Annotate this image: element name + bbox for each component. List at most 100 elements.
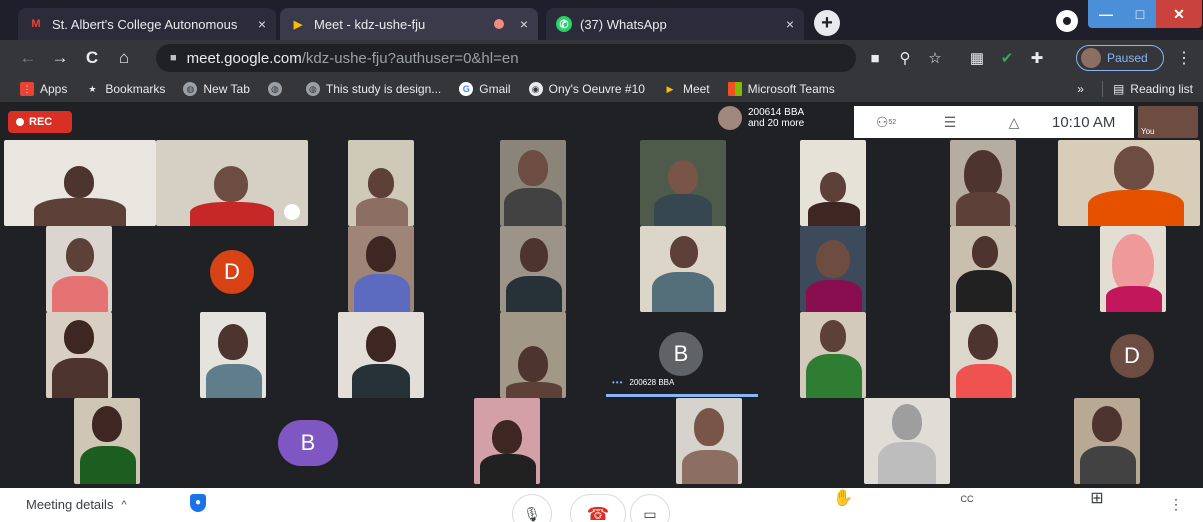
meet-bottom-bar: Meeting details ^ ● 🎙 ☎ ▭ ✋ CC ⊞ ⋮ bbox=[0, 488, 1203, 522]
participant-avatar-d[interactable]: D bbox=[210, 250, 254, 294]
activities-button[interactable]: △ bbox=[982, 114, 1046, 131]
participant-tile[interactable] bbox=[348, 226, 414, 312]
presenter-avatar bbox=[718, 106, 742, 130]
raise-hand-icon: ✋ bbox=[833, 490, 853, 507]
captions-button[interactable]: CC bbox=[922, 488, 1012, 510]
tab-meet[interactable]: ▶ Meet - kdz-ushe-fju × bbox=[280, 8, 538, 40]
profile-paused-button[interactable]: Paused bbox=[1076, 45, 1164, 71]
hang-up-button[interactable]: ☎ bbox=[570, 494, 626, 522]
chrome-menu-icon[interactable]: ⋮ bbox=[1176, 48, 1192, 68]
mic-muted-icon bbox=[284, 204, 300, 220]
participant-tile[interactable] bbox=[950, 312, 1016, 398]
participant-tile[interactable] bbox=[800, 312, 866, 398]
participant-tile[interactable] bbox=[46, 226, 112, 312]
bookmark-label: New Tab bbox=[203, 82, 250, 96]
close-icon[interactable]: × bbox=[258, 16, 266, 32]
tab-whatsapp[interactable]: ✆ (37) WhatsApp × bbox=[546, 8, 804, 40]
paused-label: Paused bbox=[1107, 51, 1148, 65]
participant-tile[interactable] bbox=[200, 312, 266, 398]
participant-tile[interactable] bbox=[474, 398, 540, 484]
profile-icon[interactable] bbox=[1056, 10, 1078, 32]
participant-tile[interactable] bbox=[348, 140, 414, 226]
apps-grid-icon[interactable]: ▦ bbox=[962, 44, 992, 72]
reading-list-button[interactable]: Reading list bbox=[1130, 82, 1193, 96]
avatar bbox=[1081, 48, 1101, 68]
bookmarks-overflow-icon[interactable]: » bbox=[1077, 82, 1084, 96]
active-speaker-indicator bbox=[606, 394, 758, 397]
participant-tile[interactable] bbox=[950, 140, 1016, 226]
maximize-button[interactable]: □ bbox=[1124, 0, 1156, 28]
mic-button[interactable]: 🎙 bbox=[512, 494, 552, 522]
participant-tile[interactable] bbox=[1058, 140, 1200, 226]
present-button[interactable]: ⊞ bbox=[1052, 488, 1142, 510]
extensions-icon[interactable]: ✚ bbox=[1022, 44, 1052, 72]
participant-tile[interactable] bbox=[640, 140, 726, 226]
bookmark-apps[interactable]: ⋮ Apps bbox=[20, 82, 67, 96]
camera-icon[interactable]: ■ bbox=[860, 44, 890, 72]
zoom-icon[interactable]: ⚲ bbox=[890, 44, 920, 72]
participant-tile[interactable] bbox=[156, 140, 308, 226]
participant-tile[interactable] bbox=[800, 140, 866, 226]
participant-tile[interactable] bbox=[4, 140, 156, 226]
address-bar[interactable]: ■ meet.google.com/kdz-ushe-fju?authuser=… bbox=[156, 44, 856, 72]
check-icon[interactable]: ✔ bbox=[992, 44, 1022, 72]
divider bbox=[1101, 81, 1103, 97]
camera-button[interactable]: ▭ bbox=[630, 494, 670, 522]
more-options-icon[interactable]: ⋮ bbox=[1169, 496, 1183, 513]
self-view-tile[interactable]: You bbox=[1138, 106, 1198, 138]
bookmark-gmail[interactable]: G Gmail bbox=[459, 82, 511, 96]
bookmark-unnamed[interactable]: ◍ bbox=[267, 82, 288, 96]
participant-avatar-b[interactable]: B bbox=[278, 420, 338, 466]
bookmark-label: Bookmarks bbox=[105, 82, 166, 96]
chat-icon: ☰ bbox=[943, 113, 957, 130]
participant-tile[interactable] bbox=[640, 226, 726, 312]
participant-tile[interactable] bbox=[338, 312, 424, 398]
reload-button[interactable]: C bbox=[76, 42, 108, 74]
bookmark-label: Ony's Oeuvre #10 bbox=[548, 82, 645, 96]
participant-avatar-b[interactable]: B bbox=[659, 332, 703, 376]
back-button[interactable]: ← bbox=[12, 42, 44, 74]
bookmark-new-tab[interactable]: ◍ New Tab bbox=[183, 82, 250, 96]
close-icon[interactable]: × bbox=[520, 16, 528, 32]
participant-tile[interactable] bbox=[800, 226, 866, 312]
rec-label: REC bbox=[29, 116, 53, 128]
presenter-info[interactable]: 200614 BBA and 20 more bbox=[718, 106, 804, 130]
bookmark-onys-oeuvre[interactable]: ◉ Ony's Oeuvre #10 bbox=[528, 82, 645, 96]
chat-button[interactable]: ☰ bbox=[918, 114, 982, 131]
bookmark-study[interactable]: ◍ This study is design... bbox=[305, 82, 441, 96]
audio-level-icon: ••• bbox=[612, 378, 624, 387]
close-window-button[interactable]: ✕ bbox=[1156, 0, 1202, 28]
participants-button[interactable]: ⚇ 52 bbox=[854, 114, 918, 131]
new-tab-button[interactable]: + bbox=[814, 10, 840, 36]
bookmarks-right: » ▤ Reading list bbox=[1077, 76, 1193, 102]
participant-tile[interactable] bbox=[500, 226, 566, 312]
participant-tile[interactable] bbox=[950, 226, 1016, 312]
participant-avatar-d[interactable]: D bbox=[1110, 334, 1154, 378]
tab-st-alberts[interactable]: M St. Albert's College Autonomous × bbox=[18, 8, 276, 40]
home-button[interactable]: ⌂ bbox=[108, 42, 140, 74]
bookmark-microsoft-teams[interactable]: ▦ Microsoft Teams bbox=[727, 82, 835, 96]
whatsapp-icon: ✆ bbox=[556, 16, 572, 32]
bookmark-bookmarks[interactable]: ★ Bookmarks bbox=[85, 82, 165, 96]
shield-icon[interactable]: ● bbox=[190, 494, 206, 512]
participants-count: 52 bbox=[888, 118, 897, 126]
participant-tile[interactable] bbox=[1074, 398, 1140, 484]
meeting-details-button[interactable]: Meeting details ^ bbox=[26, 497, 127, 512]
forward-button[interactable]: → bbox=[44, 42, 76, 74]
raise-hand-button[interactable]: ✋ bbox=[798, 488, 888, 510]
chrome-icon: ◍ bbox=[305, 82, 320, 96]
presenter-more: and 20 more bbox=[748, 118, 805, 129]
participant-tile[interactable] bbox=[676, 398, 742, 484]
bookmark-meet[interactable]: ▶ Meet bbox=[663, 82, 709, 96]
participant-tile[interactable] bbox=[500, 140, 566, 226]
participant-tile[interactable] bbox=[46, 312, 112, 398]
participant-tile[interactable] bbox=[500, 312, 566, 398]
browser-window: { "tabs": [ {"label": "St. Albert's Coll… bbox=[0, 0, 1203, 522]
chrome-icon: ◍ bbox=[267, 82, 282, 96]
close-icon[interactable]: × bbox=[786, 16, 794, 32]
minimize-button[interactable]: — bbox=[1088, 0, 1124, 28]
participant-tile[interactable] bbox=[1100, 226, 1166, 312]
participant-tile[interactable] bbox=[74, 398, 140, 484]
star-icon[interactable]: ☆ bbox=[920, 44, 950, 72]
participant-tile[interactable] bbox=[864, 398, 950, 484]
